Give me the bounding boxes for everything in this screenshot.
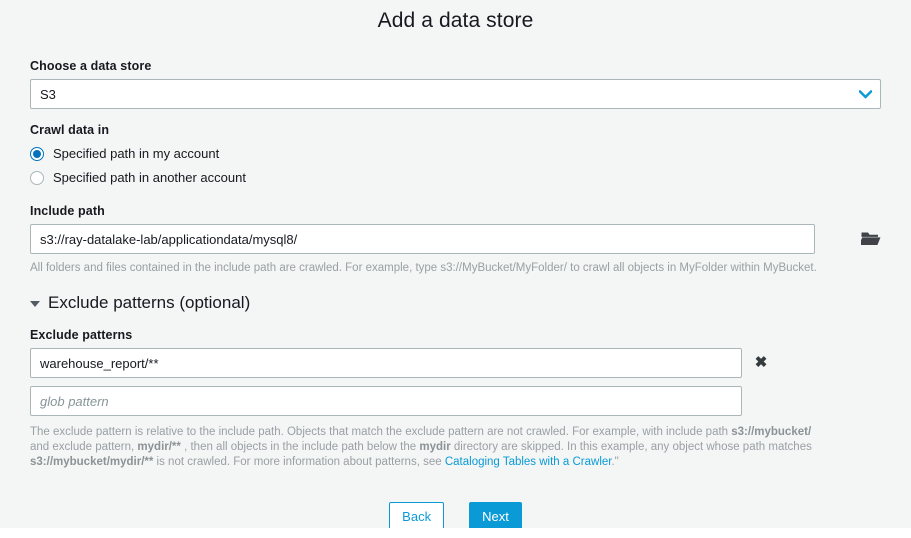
exclude-patterns-fields: ✖ [30,348,881,416]
radio-unselected-icon[interactable] [30,170,44,185]
folder-open-icon[interactable] [859,230,881,248]
crawl-data-in-label: Crawl data in [30,123,110,137]
cataloging-tables-link[interactable]: Cataloging Tables with a Crawler [445,456,612,468]
exclude-help-part2: and exclude pattern, [30,441,138,453]
remove-exclude-pattern-button[interactable]: ✖ [753,355,769,371]
choose-data-store-label: Choose a data store [30,59,152,73]
exclude-pattern-input-1[interactable] [30,348,742,378]
exclude-pattern-row [30,386,881,416]
form-content: Choose a data store Crawl data in Specif… [0,59,911,532]
include-path-block: Include path All folders and files conta… [30,204,881,276]
radio-option-another-account[interactable]: Specified path in another account [30,167,881,188]
radio-label-another-account: Specified path in another account [53,170,246,185]
exclude-help-part6: ." [611,456,619,468]
add-data-store-page: Add a data store Choose a data store Cra… [0,0,911,538]
caret-down-icon [30,301,40,307]
include-path-label: Include path [30,204,105,218]
include-path-row [30,224,881,254]
exclude-help-part5: is not crawled. For more information abo… [153,456,445,468]
exclude-help-part1: The exclude pattern is relative to the i… [30,426,732,438]
exclude-patterns-toggle[interactable]: Exclude patterns (optional) [30,293,881,313]
include-path-input[interactable] [30,224,815,254]
exclude-patterns-help: The exclude pattern is relative to the i… [30,425,820,470]
exclude-help-part4: directory are skipped. In this example, … [450,441,812,453]
crawl-data-in-radio-group: Specified path in my account Specified p… [30,143,881,188]
exclude-help-bold2: mydir/** [137,441,181,453]
data-store-select[interactable] [30,79,881,109]
exclude-patterns-label: Exclude patterns [30,328,133,342]
data-store-select-wrapper[interactable] [30,79,881,109]
exclude-help-bold3: mydir [419,441,451,453]
exclude-pattern-input-2[interactable] [30,386,742,416]
exclude-pattern-row: ✖ [30,348,881,378]
exclude-patterns-toggle-label: Exclude patterns (optional) [48,293,251,312]
page-title: Add a data store [377,9,534,32]
exclude-help-bold4: s3://mybucket/mydir/** [30,456,154,468]
exclude-help-bold1: s3://mybucket/ [731,426,812,438]
page-bottom-strip [0,528,911,538]
radio-label-my-account: Specified path in my account [53,146,220,161]
exclude-help-part3: , then all objects in the include path b… [180,441,420,453]
include-path-help: All folders and files contained in the i… [30,262,817,274]
radio-selected-icon[interactable] [30,146,44,161]
radio-option-my-account[interactable]: Specified path in my account [30,143,881,164]
